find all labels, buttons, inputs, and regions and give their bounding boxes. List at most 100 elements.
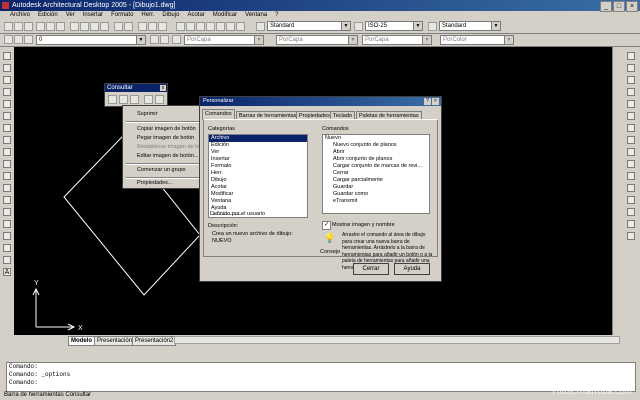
erase-icon[interactable] xyxy=(627,52,635,60)
menu-edicion[interactable]: Edición xyxy=(38,11,58,20)
menu-ver[interactable]: Ver xyxy=(66,11,75,20)
list-item[interactable]: Herr. xyxy=(209,170,307,177)
list-item[interactable]: Archivo xyxy=(209,135,307,142)
zoom-realtime-icon[interactable] xyxy=(148,22,157,31)
help-question-icon[interactable]: ? xyxy=(424,98,431,105)
layer-color-combo[interactable]: PorCapa ▼ xyxy=(184,35,264,45)
tab-presentacion2[interactable]: Presentación2 xyxy=(132,336,177,346)
list-item[interactable]: Cargar parcialmente xyxy=(323,177,429,184)
copy-object-icon[interactable] xyxy=(627,64,635,72)
make-current-icon[interactable] xyxy=(150,35,159,44)
categories-list[interactable]: Archivo Edición Ver Insertar Formato Her… xyxy=(208,134,308,218)
list-item[interactable]: Guardar como xyxy=(323,191,429,198)
pan-icon[interactable] xyxy=(138,22,147,31)
insert-block-icon[interactable] xyxy=(3,184,11,192)
list-item[interactable]: Dibujo xyxy=(209,177,307,184)
area-icon[interactable] xyxy=(119,95,128,104)
copy-icon[interactable] xyxy=(80,22,89,31)
close-icon[interactable]: × xyxy=(432,98,439,105)
menu-item-suprimir[interactable]: Suprimir xyxy=(137,111,157,117)
circle-icon[interactable] xyxy=(3,124,11,132)
undo-icon[interactable] xyxy=(114,22,123,31)
list-item[interactable]: Abrir xyxy=(323,149,429,156)
command-window[interactable]: Comando: Comando: _options Comando: xyxy=(6,362,636,392)
save-icon[interactable] xyxy=(24,22,33,31)
menu-item-pegar-imagen[interactable]: Pegar imagen de botón xyxy=(137,135,194,141)
list-item[interactable]: Nuevo xyxy=(323,135,429,142)
plotstyle-combo[interactable]: PorColor ▼ xyxy=(440,35,514,45)
tool-palettes-icon[interactable] xyxy=(196,22,205,31)
menu-herr[interactable]: Herr. xyxy=(141,11,154,20)
offset-icon[interactable] xyxy=(627,88,635,96)
mass-properties-icon[interactable] xyxy=(130,95,139,104)
menu-item-copiar-imagen[interactable]: Copiar imagen de botón xyxy=(137,126,196,132)
polygon-icon[interactable] xyxy=(3,88,11,96)
ellipse-arc-icon[interactable] xyxy=(3,172,11,180)
join-icon[interactable] xyxy=(627,196,635,204)
layer-manager-icon[interactable] xyxy=(4,35,13,44)
list-item[interactable]: Nuevo conjunto de planos xyxy=(323,142,429,149)
close-icon[interactable]: x xyxy=(160,85,166,91)
list-item[interactable]: Abrir conjunto de planos xyxy=(323,156,429,163)
calculator-icon[interactable] xyxy=(226,22,235,31)
print-icon[interactable] xyxy=(36,22,45,31)
menu-item-propiedades[interactable]: Propiedades... xyxy=(137,180,172,186)
stretch-icon[interactable] xyxy=(627,148,635,156)
distance-icon[interactable] xyxy=(108,95,117,104)
new-icon[interactable] xyxy=(4,22,13,31)
linetype-combo[interactable]: PorCapa ▼ xyxy=(276,35,358,45)
table-style-icon[interactable] xyxy=(428,22,437,31)
menu-ventana[interactable]: Ventana xyxy=(245,11,267,20)
consultar-toolbar-header[interactable]: Consultar x xyxy=(105,84,167,92)
layer-combo[interactable]: 0 ▼ xyxy=(36,35,146,45)
list-item[interactable]: Cerrar xyxy=(323,170,429,177)
scale-icon[interactable] xyxy=(627,136,635,144)
list-item[interactable]: Acotar xyxy=(209,184,307,191)
rectangle-icon[interactable] xyxy=(3,100,11,108)
list-item[interactable]: Formato xyxy=(209,163,307,170)
construction-line-icon[interactable] xyxy=(3,64,11,72)
text-style-icon[interactable] xyxy=(256,22,265,31)
list-item[interactable]: Guardar xyxy=(323,184,429,191)
extend-icon[interactable] xyxy=(627,172,635,180)
consultar-toolbar[interactable]: Consultar x xyxy=(104,83,168,107)
dim-style-combo[interactable]: ISO-25 ▼ xyxy=(365,21,423,31)
horizontal-scrollbar[interactable] xyxy=(174,336,620,344)
design-center-icon[interactable] xyxy=(186,22,195,31)
list-item[interactable]: Cargar conjunto de marcas de revi... xyxy=(323,163,429,170)
chamfer-icon[interactable] xyxy=(627,208,635,216)
line-icon[interactable] xyxy=(3,52,11,60)
make-block-icon[interactable] xyxy=(3,196,11,204)
sheet-set-icon[interactable] xyxy=(206,22,215,31)
mirror-icon[interactable] xyxy=(627,76,635,84)
table-icon[interactable] xyxy=(3,256,11,264)
revcloud-icon[interactable] xyxy=(3,136,11,144)
move-icon[interactable] xyxy=(627,112,635,120)
menu-ayuda[interactable]: ? xyxy=(275,11,278,20)
commands-list[interactable]: Nuevo Nuevo conjunto de planos Abrir Abr… xyxy=(322,134,430,214)
spline-icon[interactable] xyxy=(3,148,11,156)
trim-icon[interactable] xyxy=(627,160,635,168)
vertical-scrollbar[interactable] xyxy=(612,47,623,335)
hatch-icon[interactable] xyxy=(3,220,11,228)
list-item[interactable]: Ver xyxy=(209,149,307,156)
list-item[interactable]: Modificar xyxy=(209,191,307,198)
zoom-window-icon[interactable] xyxy=(158,22,167,31)
menu-insertar[interactable]: Insertar xyxy=(83,11,103,20)
menu-item-comenzar-grupo[interactable]: Comenzar un grupo xyxy=(137,167,186,173)
preview-icon[interactable] xyxy=(46,22,55,31)
polyline-icon[interactable] xyxy=(3,76,11,84)
explode-icon[interactable] xyxy=(627,232,635,240)
menu-item-editar-imagen[interactable]: Editar imagen de botón... xyxy=(137,153,198,159)
color-icon[interactable] xyxy=(172,35,181,44)
mtext-icon[interactable]: A xyxy=(3,268,11,276)
lineweight-combo[interactable]: PorCapa ▼ xyxy=(362,35,432,45)
dim-style-icon[interactable] xyxy=(354,22,363,31)
match-properties-icon[interactable] xyxy=(100,22,109,31)
menu-acotar[interactable]: Acotar xyxy=(187,11,204,20)
menu-modificar[interactable]: Modificar xyxy=(213,11,237,20)
show-image-checkbox[interactable]: ✓ xyxy=(322,221,331,230)
region-icon[interactable] xyxy=(3,244,11,252)
list-item[interactable]: Edición xyxy=(209,142,307,149)
point-icon[interactable] xyxy=(3,208,11,216)
